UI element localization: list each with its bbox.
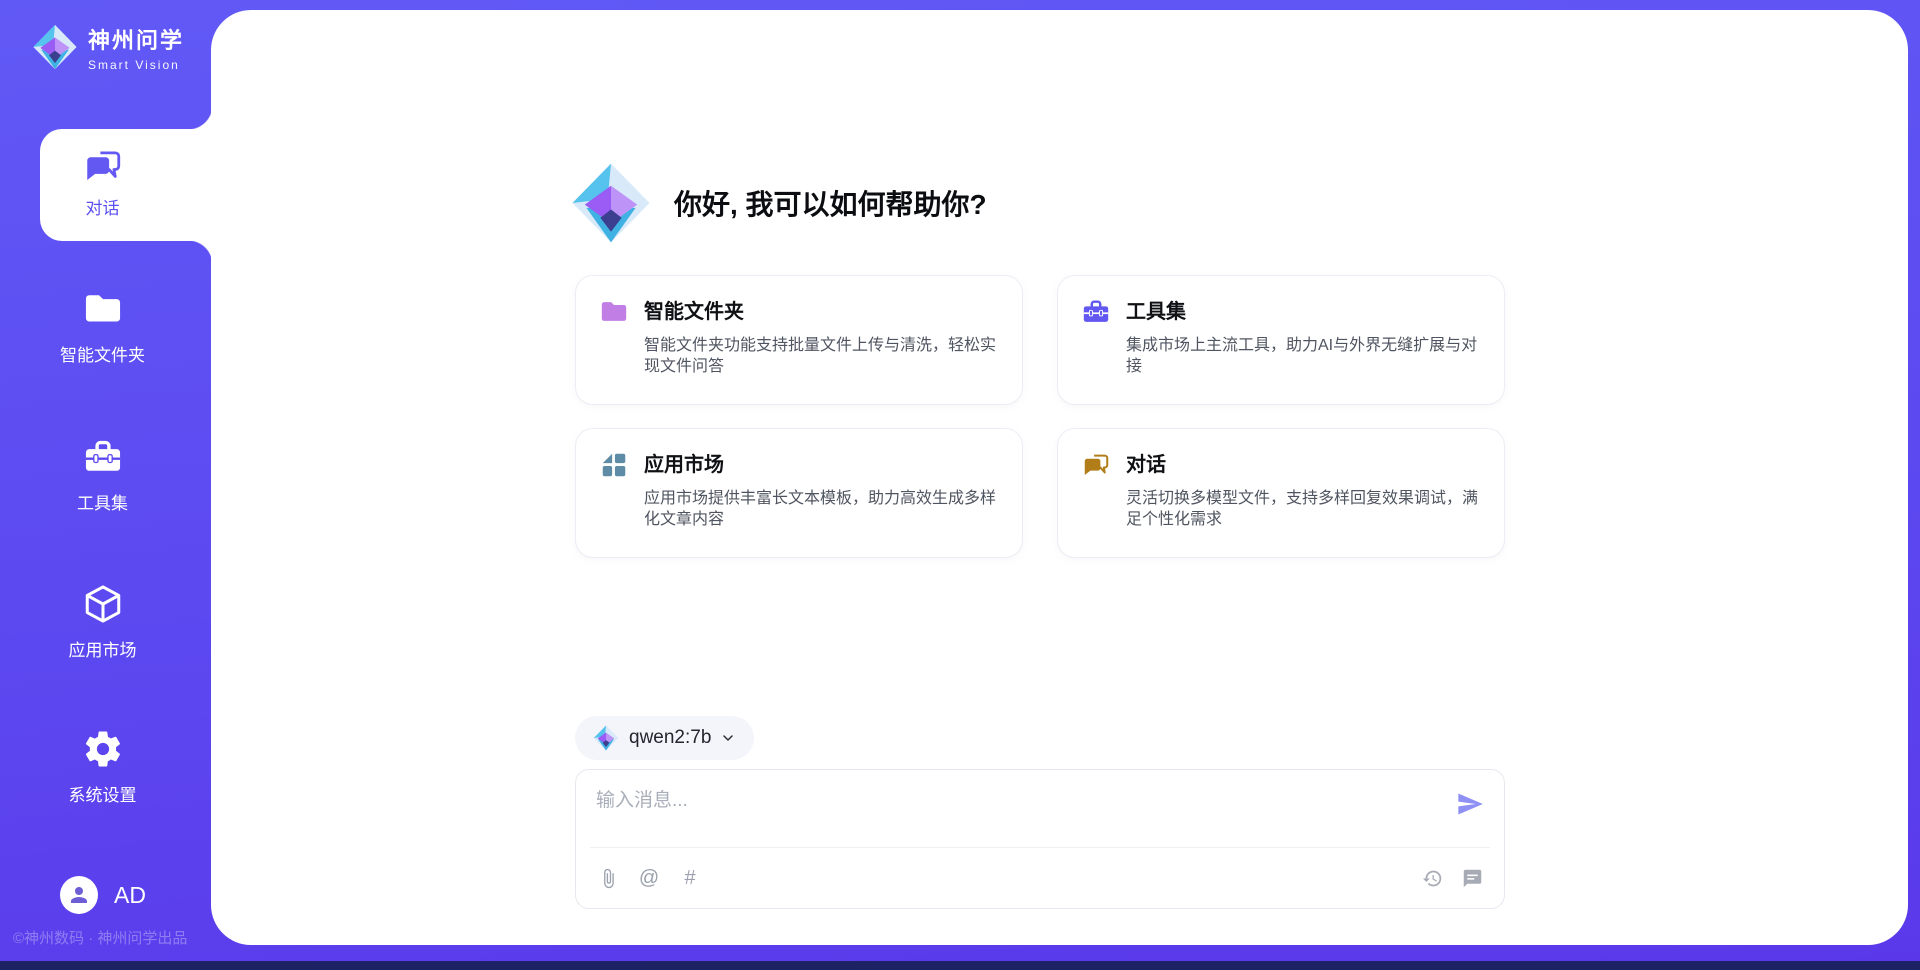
user-icon (67, 883, 91, 907)
send-icon (1456, 790, 1484, 818)
card-desc: 智能文件夹功能支持批量文件上传与清洗，轻松实现文件问答 (644, 335, 1000, 377)
paperclip-icon (598, 868, 619, 889)
mention-button[interactable]: @ (637, 866, 661, 890)
user-profile[interactable]: AD (60, 876, 146, 914)
cube-icon (82, 583, 124, 625)
composer-divider (590, 847, 1490, 848)
card-desc: 应用市场提供丰富长文本模板，助力高效生成多样化文章内容 (644, 488, 1000, 530)
message-input[interactable] (596, 786, 1416, 816)
folder-icon (599, 297, 629, 327)
comment-icon (1462, 868, 1483, 889)
model-name: qwen2:7b (629, 727, 711, 749)
history-icon (1422, 868, 1443, 889)
greeting-title: 你好, 我可以如何帮助你? (674, 183, 987, 223)
user-name: AD (114, 882, 146, 909)
avatar (60, 876, 98, 914)
card-chat[interactable]: 对话 灵活切换多模型文件，支持多样回复效果调试，满足个性化需求 (1057, 428, 1505, 558)
sidebar-item-label: 智能文件夹 (0, 341, 205, 366)
toolbox-icon (1081, 297, 1111, 327)
card-desc: 灵活切换多模型文件，支持多样回复效果调试，满足个性化需求 (1126, 488, 1482, 530)
model-selector[interactable]: qwen2:7b (575, 716, 754, 760)
sidebar-item-label: 工具集 (0, 489, 205, 514)
card-title: 智能文件夹 (644, 295, 744, 324)
sidebar-item-chat-active[interactable]: 对话 (40, 129, 212, 241)
sidebar-item-label: 系统设置 (0, 781, 205, 806)
sidebar-item-smart-folder[interactable]: 智能文件夹 (0, 288, 205, 366)
card-desc: 集成市场上主流工具，助力AI与外界无缝扩展与对接 (1126, 335, 1482, 377)
toolbox-icon (82, 436, 124, 478)
app-root: 神州问学 Smart Vision 对话 智能文件夹 工具集 (0, 0, 1920, 970)
bottom-strip (0, 961, 1920, 970)
tab-fillet-bottom (188, 241, 212, 265)
copyright-text: ©神州数码 · 神州问学出品 (13, 927, 233, 948)
sidebar-item-toolset[interactable]: 工具集 (0, 436, 205, 514)
send-button[interactable] (1456, 790, 1484, 818)
card-smart-folder[interactable]: 智能文件夹 智能文件夹功能支持批量文件上传与清洗，轻松实现文件问答 (575, 275, 1023, 405)
sidebar-item-label: 应用市场 (0, 636, 205, 661)
brand-logo-icon (570, 162, 652, 244)
card-title: 对话 (1126, 448, 1166, 477)
tab-fillet-top (188, 105, 212, 129)
brand-subtitle: Smart Vision (88, 58, 184, 72)
chevron-down-icon (720, 730, 736, 746)
sidebar-item-label: 对话 (40, 194, 165, 219)
new-chat-button[interactable] (1460, 866, 1484, 890)
topic-button[interactable]: # (678, 866, 702, 890)
grid-icon (599, 450, 629, 480)
brand-title: 神州问学 (88, 23, 184, 55)
folder-icon (82, 288, 124, 330)
hash-icon: # (684, 867, 695, 890)
card-toolset[interactable]: 工具集 集成市场上主流工具，助力AI与外界无缝扩展与对接 (1057, 275, 1505, 405)
sidebar-item-settings[interactable]: 系统设置 (0, 728, 205, 806)
composer: @ # (575, 769, 1505, 909)
chat-icon (82, 145, 124, 187)
brand-logo-icon (593, 725, 619, 751)
greeting: 你好, 我可以如何帮助你? (570, 162, 987, 244)
attach-file-button[interactable] (596, 866, 620, 890)
brand: 神州问学 Smart Vision (32, 22, 184, 72)
chat-icon (1081, 450, 1111, 480)
brand-logo-icon (32, 22, 78, 72)
card-title: 应用市场 (644, 448, 724, 477)
card-title: 工具集 (1126, 295, 1186, 324)
card-app-market[interactable]: 应用市场 应用市场提供丰富长文本模板，助力高效生成多样化文章内容 (575, 428, 1023, 558)
gear-icon (82, 728, 124, 770)
history-button[interactable] (1420, 866, 1444, 890)
sidebar-item-app-market[interactable]: 应用市场 (0, 583, 205, 661)
at-icon: @ (639, 867, 659, 890)
